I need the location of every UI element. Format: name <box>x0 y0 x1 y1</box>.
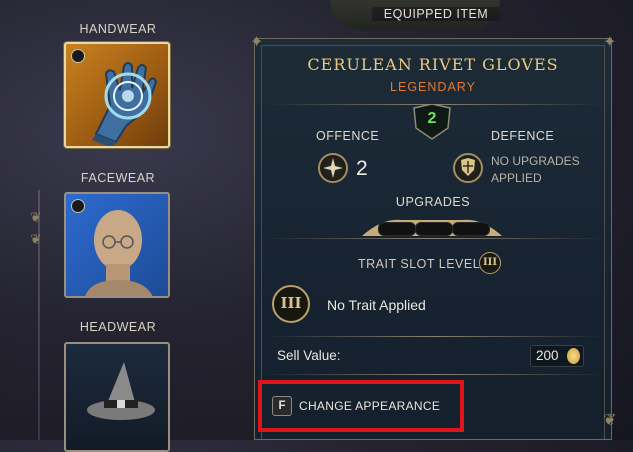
handwear-label: HANDWEAR <box>79 22 157 36</box>
corner-ornament-icon: ✦ <box>250 32 264 51</box>
item-rarity: LEGENDARY <box>390 80 476 94</box>
upgrade-slot[interactable] <box>452 222 490 236</box>
corner-ornament-icon: ✦ <box>603 32 617 51</box>
headwear-label: HEADWEAR <box>79 320 157 334</box>
change-appearance-button[interactable]: CHANGE APPEARANCE <box>299 399 440 413</box>
ornament-icon: ❦ <box>30 210 42 226</box>
item-name: CERULEAN RIVET GLOVES <box>307 55 559 74</box>
handwear-slot[interactable] <box>64 42 170 148</box>
facewear-slot[interactable] <box>64 192 170 298</box>
upgrade-slot[interactable] <box>415 222 453 236</box>
trait-slot-level-badge: III <box>479 252 501 274</box>
defence-label: DEFENCE <box>491 129 555 143</box>
sell-value-label: Sell Value: <box>277 348 341 363</box>
f-key-icon[interactable]: F <box>272 396 292 416</box>
defence-shield-icon <box>453 153 483 183</box>
offence-star-icon <box>318 153 348 183</box>
upgrades-label: UPGRADES <box>395 195 471 209</box>
coin-icon <box>567 348 580 364</box>
slot-indicator-icon <box>71 49 85 63</box>
offence-label: OFFENCE <box>316 129 380 143</box>
divider <box>264 374 604 375</box>
equipped-item-header: EQUIPPED ITEM <box>372 7 500 21</box>
headwear-slot[interactable] <box>64 342 170 452</box>
trait-slot-level-label: TRAIT SLOT LEVEL <box>358 257 481 271</box>
slot-indicator-icon <box>71 199 85 213</box>
facewear-label: FACEWEAR <box>80 171 156 185</box>
corner-ornament-icon: ❦ <box>603 410 617 429</box>
wizard-hat-icon <box>87 362 155 420</box>
sell-value: 200 <box>536 348 559 363</box>
divider <box>264 336 604 337</box>
ornament-icon: ❦ <box>30 232 42 248</box>
defence-value-line2: APPLIED <box>491 171 542 185</box>
divider <box>264 238 604 239</box>
trait-status: No Trait Applied <box>327 297 426 313</box>
side-divider <box>38 190 40 440</box>
upgrade-slot[interactable] <box>378 222 416 236</box>
trait-slot-icon[interactable]: III <box>272 285 310 323</box>
defence-value-line1: NO UPGRADES <box>491 154 580 168</box>
item-level: 2 <box>427 110 437 127</box>
offence-value: 2 <box>356 157 368 180</box>
